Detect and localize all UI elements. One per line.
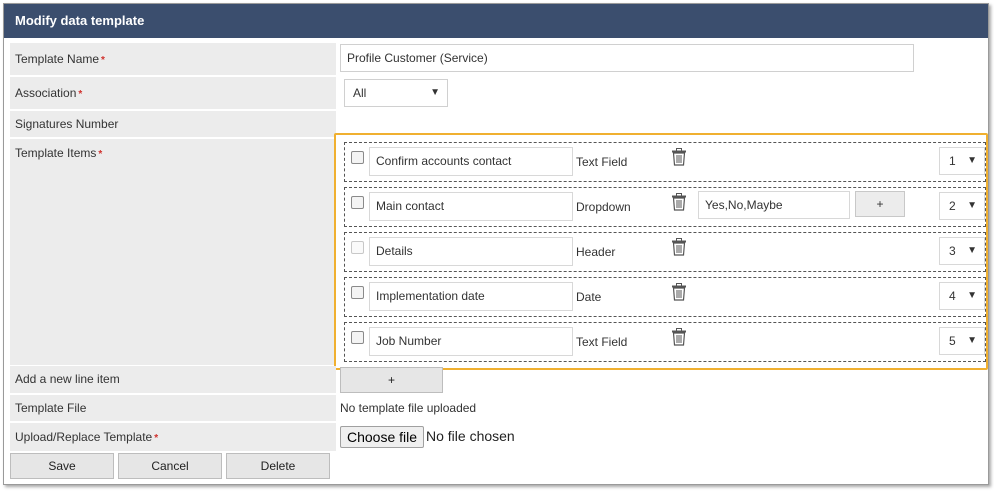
add-line-label: Add a new line item [15, 372, 120, 386]
association-select[interactable]: All ▼ [344, 79, 448, 107]
item-order-value: 1 [949, 154, 956, 168]
required-marker: * [78, 89, 83, 100]
signatures-label: Signatures Number [15, 117, 119, 131]
item-type: Text Field [576, 155, 628, 169]
template-file-label: Template File [15, 401, 87, 415]
panel-title: Modify data template [4, 4, 988, 38]
template-item-row: Details Header 3 ▼ [344, 232, 986, 272]
template-name-input[interactable]: Profile Customer (Service) [340, 44, 914, 72]
item-order-value: 4 [949, 289, 956, 303]
item-name-input[interactable]: Main contact [369, 192, 573, 221]
item-checkbox [351, 241, 364, 254]
template-file-status: No template file uploaded [340, 401, 477, 415]
association-label: Association [15, 86, 77, 100]
add-option-button[interactable]: + [855, 191, 905, 217]
upload-label-cell: Upload/Replace Template * [10, 423, 336, 451]
template-item-row: Main contact Dropdown Yes,No,Maybe + 2 ▼ [344, 187, 986, 227]
template-items-label-cell: Template Items * [10, 139, 336, 365]
item-type: Date [576, 290, 602, 304]
item-order-select[interactable]: 3 ▼ [939, 237, 985, 265]
trash-icon[interactable] [671, 193, 687, 211]
item-order-value: 2 [949, 199, 956, 213]
template-item-row: Job Number Text Field 5 ▼ [344, 322, 986, 362]
chevron-down-icon: ▼ [967, 200, 977, 211]
item-order-value: 3 [949, 244, 956, 258]
template-name-label: Template Name [15, 52, 100, 66]
item-name-input[interactable]: Details [369, 237, 573, 266]
trash-icon[interactable] [671, 328, 687, 346]
trash-icon[interactable] [671, 238, 687, 256]
item-order-value: 5 [949, 334, 956, 348]
chevron-down-icon: ▼ [967, 290, 977, 301]
item-name-input[interactable]: Implementation date [369, 282, 573, 311]
chevron-down-icon: ▼ [430, 87, 440, 98]
template-name-label-cell: Template Name * [10, 43, 336, 75]
chevron-down-icon: ▼ [967, 335, 977, 346]
choose-file-button[interactable]: Choose file [340, 426, 425, 448]
association-label-cell: Association * [10, 77, 336, 109]
no-file-chosen-text: No file chosen [426, 428, 515, 444]
signatures-label-cell: Signatures Number [10, 111, 336, 137]
item-type: Dropdown [576, 200, 631, 214]
template-file-label-cell: Template File [10, 395, 336, 421]
template-items-label: Template Items [15, 146, 97, 160]
item-checkbox[interactable] [351, 331, 364, 344]
item-checkbox[interactable] [351, 286, 364, 299]
dropdown-options-input[interactable]: Yes,No,Maybe [698, 191, 850, 219]
item-checkbox[interactable] [351, 151, 364, 164]
item-order-select[interactable]: 1 ▼ [939, 147, 985, 175]
save-button[interactable]: Save [10, 453, 114, 479]
delete-button[interactable]: Delete [226, 453, 330, 479]
required-marker: * [154, 433, 159, 444]
required-marker: * [101, 55, 105, 66]
add-line-button[interactable]: + [340, 367, 443, 393]
item-checkbox[interactable] [351, 196, 364, 209]
add-line-label-cell: Add a new line item [10, 366, 336, 393]
trash-icon[interactable] [671, 148, 687, 166]
chevron-down-icon: ▼ [967, 245, 977, 256]
item-type: Text Field [576, 335, 628, 349]
template-item-row: Implementation date Date 4 ▼ [344, 277, 986, 317]
item-name-input[interactable]: Job Number [369, 327, 573, 356]
upload-label: Upload/Replace Template [15, 430, 153, 444]
template-item-row: Confirm accounts contact Text Field 1 ▼ [344, 142, 986, 182]
modify-template-panel: Modify data template Template Name * Prof… [3, 3, 989, 485]
item-type: Header [576, 245, 616, 259]
required-marker: * [98, 149, 103, 160]
item-name-input[interactable]: Confirm accounts contact [369, 147, 573, 176]
cancel-button[interactable]: Cancel [118, 453, 222, 479]
item-order-select[interactable]: 5 ▼ [939, 327, 985, 355]
item-order-select[interactable]: 2 ▼ [939, 192, 985, 220]
association-value: All [353, 86, 367, 100]
item-order-select[interactable]: 4 ▼ [939, 282, 985, 310]
trash-icon[interactable] [671, 283, 687, 301]
chevron-down-icon: ▼ [967, 155, 977, 166]
